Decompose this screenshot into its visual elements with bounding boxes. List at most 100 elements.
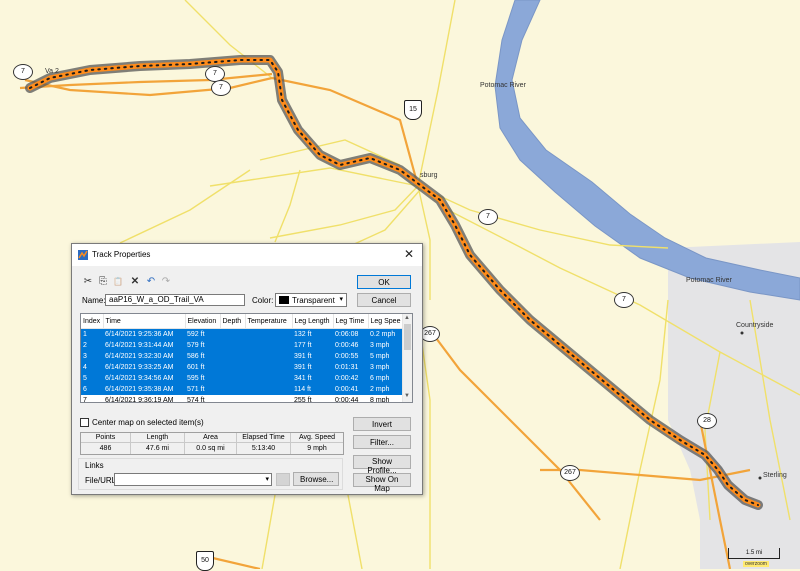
- table-row[interactable]: 2 6/14/2021 9:31:44 AM 579 ft 177 ft 0:00:46…: [81, 340, 403, 351]
- cell-leg-time: 0:00:46: [333, 340, 368, 351]
- paste-icon[interactable]: 📋: [112, 276, 124, 288]
- column-header-time[interactable]: Time: [103, 314, 186, 329]
- cut-icon[interactable]: ✂: [82, 276, 94, 288]
- cell-leg-length: 177 ft: [292, 340, 333, 351]
- table-row[interactable]: 7 6/14/2021 9:36:19 AM 574 ft 255 ft 0:00:44…: [81, 395, 403, 402]
- cell-index: 5: [81, 373, 103, 384]
- scroll-up-icon[interactable]: ▲: [404, 315, 410, 321]
- filter-button[interactable]: Filter...: [353, 435, 411, 449]
- sterling-label: Sterling: [763, 472, 787, 479]
- browse-button[interactable]: Browse...: [293, 472, 339, 486]
- cell-elevation: 601 ft: [185, 362, 220, 373]
- show-on-map-button[interactable]: Show On Map: [353, 473, 411, 493]
- cell-leg-time: 0:00:55: [333, 351, 368, 362]
- potomac-river-label: Potomac River: [480, 82, 526, 89]
- stat-value: 9 mph: [307, 445, 327, 452]
- track-points-table[interactable]: Index Time Elevation Depth Temperature L…: [80, 313, 413, 403]
- route-7-shield: 7: [614, 292, 634, 308]
- cell-time: 6/14/2021 9:34:56 AM: [103, 373, 185, 384]
- name-input[interactable]: [105, 294, 245, 306]
- column-header-leg-length[interactable]: Leg Length: [292, 314, 334, 329]
- scroll-down-icon[interactable]: ▼: [404, 393, 410, 399]
- stat-length: Length 47.6 mi: [131, 433, 185, 454]
- delete-icon[interactable]: ✕: [129, 276, 141, 288]
- cell-leg-speed: 0.2 mph: [368, 328, 403, 340]
- stat-points: Points 486: [81, 433, 131, 454]
- route-267-shield: 267: [420, 326, 440, 342]
- cell-time: 6/14/2021 9:36:19 AM: [103, 395, 185, 402]
- cell-leg-speed: 5 mph: [368, 351, 403, 362]
- cell-temperature: [245, 395, 292, 402]
- stat-elapsed-time: Elapsed Time 5:13:40: [237, 433, 291, 454]
- cell-leg-speed: 6 mph: [368, 373, 403, 384]
- column-header-index[interactable]: Index: [81, 314, 104, 329]
- countryside-label: Countryside: [736, 322, 774, 329]
- open-link-button[interactable]: [276, 473, 290, 486]
- route-7-shield: 7: [478, 209, 498, 225]
- scale-bar: 1.5 mi: [728, 548, 780, 559]
- cell-elevation: 586 ft: [185, 351, 220, 362]
- redo-icon[interactable]: ↷: [160, 276, 172, 288]
- cell-leg-length: 114 ft: [292, 384, 333, 395]
- ok-button[interactable]: OK: [357, 275, 411, 289]
- cell-leg-time: 0:00:44: [333, 395, 368, 402]
- close-icon[interactable]: ✕: [404, 247, 414, 261]
- cell-leg-time: 0:00:42: [333, 373, 368, 384]
- color-swatch: [279, 296, 289, 304]
- center-map-checkbox[interactable]: [80, 418, 89, 427]
- cell-index: 4: [81, 362, 103, 373]
- table-row[interactable]: 3 6/14/2021 9:32:30 AM 586 ft 391 ft 0:00:55…: [81, 351, 403, 362]
- cell-leg-length: 132 ft: [292, 328, 333, 340]
- color-dropdown[interactable]: Transparent ▾: [275, 293, 347, 307]
- center-map-label[interactable]: Center map on selected item(s): [92, 418, 204, 427]
- table-row[interactable]: 1 6/14/2021 9:25:36 AM 592 ft 132 ft 0:06:08…: [81, 328, 403, 340]
- cell-index: 6: [81, 384, 103, 395]
- chevron-down-icon: ▾: [339, 296, 343, 303]
- cell-time: 6/14/2021 9:35:38 AM: [103, 384, 185, 395]
- cell-leg-length: 341 ft: [292, 373, 333, 384]
- cell-elevation: 574 ft: [185, 395, 220, 402]
- invert-button[interactable]: Invert: [353, 417, 411, 431]
- column-header-elevation[interactable]: Elevation: [185, 314, 221, 329]
- route-7-shield: 7: [211, 80, 231, 96]
- cell-elevation: 579 ft: [185, 340, 220, 351]
- file-url-combobox[interactable]: ▾: [114, 473, 272, 486]
- dialog-titlebar[interactable]: Track Properties ✕: [72, 244, 422, 266]
- copy-icon[interactable]: ⎘: [97, 276, 109, 288]
- leesburg-label: sburg: [420, 172, 438, 179]
- table-row[interactable]: 6 6/14/2021 9:35:38 AM 571 ft 114 ft 0:00:41…: [81, 384, 403, 395]
- column-header-temperature[interactable]: Temperature: [245, 314, 293, 329]
- cell-time: 6/14/2021 9:25:36 AM: [103, 328, 185, 340]
- cancel-button[interactable]: Cancel: [357, 293, 411, 307]
- route-28-shield: 28: [697, 413, 717, 429]
- cell-index: 2: [81, 340, 103, 351]
- cell-leg-time: 0:01:31: [333, 362, 368, 373]
- cell-leg-time: 0:00:41: [333, 384, 368, 395]
- cell-temperature: [245, 362, 292, 373]
- cell-depth: [220, 351, 245, 362]
- links-group: Links File/URL: ▾ Browse...: [78, 458, 343, 490]
- table-vertical-scrollbar[interactable]: ▲ ▼: [402, 314, 412, 402]
- table-row[interactable]: 5 6/14/2021 9:34:56 AM 595 ft 341 ft 0:00:42…: [81, 373, 403, 384]
- column-header-leg-time[interactable]: Leg Time: [333, 314, 369, 329]
- city-dot-sterling: [758, 476, 762, 480]
- track-app-icon: [78, 250, 88, 260]
- stat-header: Avg. Speed: [291, 433, 343, 443]
- column-header-leg-speed[interactable]: Leg Spee: [368, 314, 404, 329]
- undo-icon[interactable]: ↶: [145, 276, 157, 288]
- cell-leg-speed: 8 mph: [368, 395, 403, 402]
- stat-value: 0.0 sq mi: [196, 445, 225, 452]
- stat-area: Area 0.0 sq mi: [185, 433, 237, 454]
- scrollbar-thumb[interactable]: [404, 324, 411, 350]
- cell-index: 7: [81, 395, 103, 402]
- column-header-depth[interactable]: Depth: [220, 314, 246, 329]
- table-row[interactable]: 4 6/14/2021 9:33:25 AM 601 ft 391 ft 0:01:31…: [81, 362, 403, 373]
- cell-leg-time: 0:06:08: [333, 328, 368, 340]
- cell-temperature: [245, 328, 292, 340]
- cell-temperature: [245, 384, 292, 395]
- stat-value: 47.6 mi: [146, 445, 169, 452]
- va2-label: Va 2: [45, 68, 59, 75]
- cell-depth: [220, 328, 245, 340]
- show-profile-button[interactable]: Show Profile...: [353, 455, 411, 475]
- stat-header: Elapsed Time: [237, 433, 290, 443]
